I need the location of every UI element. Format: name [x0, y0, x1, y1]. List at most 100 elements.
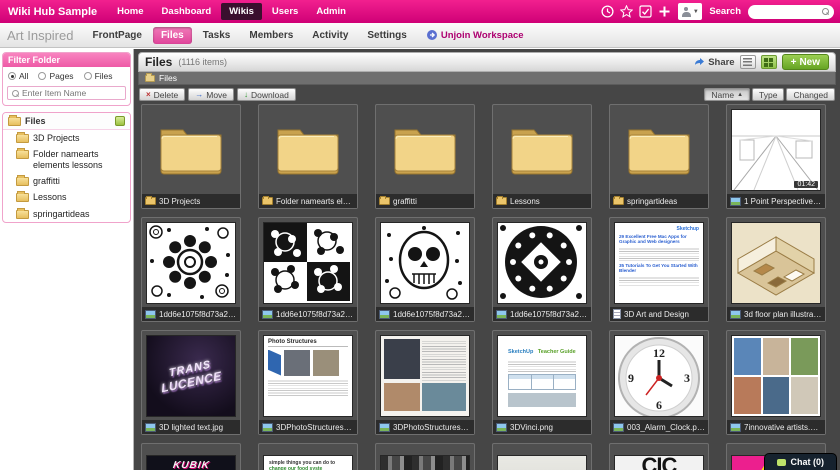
file-tile[interactable]: Lessons: [492, 104, 592, 209]
new-label: New: [799, 57, 820, 68]
file-tile[interactable]: SketchUp Teacher Guide 3DVinci.png: [492, 330, 592, 435]
workspace-bar: Art Inspired FrontPageFilesTasksMembersA…: [0, 23, 840, 48]
file-thumb-area: [493, 218, 591, 307]
file-label: 003_Alarm_Clock.png: [610, 420, 708, 434]
file-thumb-area: [259, 218, 357, 307]
share-button[interactable]: Share: [694, 57, 734, 68]
download-button[interactable]: ↓ Download: [237, 88, 296, 101]
file-tile[interactable]: simple things you can do to change our f…: [258, 443, 358, 470]
filter-folder-title: Filter Folder: [3, 53, 130, 67]
tab-tasks[interactable]: Tasks: [195, 27, 239, 44]
recent-activity-icon[interactable]: [600, 5, 614, 19]
file-tile[interactable]: [375, 443, 475, 470]
tree-root-files[interactable]: Files: [3, 113, 130, 130]
sort-name-button[interactable]: Name▲: [704, 88, 750, 101]
new-button[interactable]: + New: [782, 54, 829, 70]
sidebar-folder[interactable]: Lessons: [3, 189, 130, 205]
file-name: 3D lighted text.jpg: [159, 423, 223, 432]
workspace-tabs: FrontPageFilesTasksMembersActivitySettin…: [84, 27, 414, 44]
file-thumb-area: SketchUp Teacher Guide: [493, 331, 591, 420]
global-search-input[interactable]: [755, 7, 818, 17]
nav-dashboard[interactable]: Dashboard: [154, 3, 220, 20]
image-mini-icon: [379, 310, 390, 319]
file-tile[interactable]: KUBIK: [141, 443, 241, 470]
radio-label: All: [19, 71, 28, 81]
image-thumbnail: TRANS LUCENCE: [147, 336, 235, 416]
favorites-icon[interactable]: [619, 5, 633, 19]
file-name: 3DVinci.png: [510, 423, 553, 432]
delete-button[interactable]: × Delete: [139, 88, 185, 101]
tab-frontpage[interactable]: FrontPage: [84, 27, 149, 44]
file-tile[interactable]: 7innovative artists.png: [726, 330, 826, 435]
move-button[interactable]: → Move: [188, 88, 234, 101]
tab-members[interactable]: Members: [241, 27, 301, 44]
svg-text:9: 9: [628, 371, 634, 385]
file-thumb-area: [610, 105, 708, 194]
sidebar-folder[interactable]: springartideas: [3, 206, 130, 222]
nav-admin[interactable]: Admin: [308, 3, 354, 20]
file-tile[interactable]: 12 9 3 6 003_Alarm_Clock.png: [609, 330, 709, 435]
folder-icon: [392, 124, 458, 176]
file-tile[interactable]: 3d floor plan illustrator thu...: [726, 217, 826, 322]
nav-wikis[interactable]: Wikis: [221, 3, 262, 20]
radio-pages[interactable]: Pages: [38, 71, 73, 81]
file-tile[interactable]: Sketchup 29 Excellent Free Mac Apps for …: [609, 217, 709, 322]
file-label: 7innovative artists.png: [727, 420, 825, 434]
file-tile[interactable]: graffitti: [375, 104, 475, 209]
file-tile[interactable]: 1dd6e1075f8d73a2517e82...: [141, 217, 241, 322]
item-filter-input[interactable]: [22, 88, 121, 98]
page-thumbnail: Photo Structures: [264, 336, 352, 416]
chat-button[interactable]: Chat (0): [764, 453, 838, 470]
list-view-button[interactable]: [740, 55, 756, 69]
sidebar-folder[interactable]: graffitti: [3, 173, 130, 189]
sidebar-folder-label: Lessons: [33, 192, 67, 202]
image-thumbnail: [381, 336, 469, 416]
sort-changed-button[interactable]: Changed: [786, 88, 835, 101]
file-tile[interactable]: TRANS LUCENCE 3D lighted text.jpg: [141, 330, 241, 435]
unjoin-workspace-link[interactable]: Unjoin Workspace: [427, 30, 524, 41]
file-label: 1dd6e1075f8d73a2517e82...: [376, 307, 474, 321]
file-tile[interactable]: 3DPhotoStructures002.jpg: [375, 330, 475, 435]
action-label: Delete: [154, 90, 179, 100]
file-tile[interactable]: CIC: [609, 443, 709, 470]
files-header: Files (1116 items) Share + New: [138, 52, 836, 72]
sort-type-button[interactable]: Type: [752, 88, 784, 101]
tab-files[interactable]: Files: [153, 27, 192, 44]
file-tile[interactable]: Folder namearts elements l...: [258, 104, 358, 209]
grid-view-button[interactable]: [761, 55, 777, 69]
search-icon[interactable]: [822, 8, 829, 15]
chevron-down-icon: ▼: [693, 9, 699, 15]
folder-icon: [16, 193, 29, 202]
image-thumbnail: [732, 336, 820, 416]
sidebar-folder[interactable]: 3D Projects: [3, 130, 130, 146]
tasks-icon[interactable]: [638, 5, 652, 19]
create-icon[interactable]: [657, 5, 671, 19]
nav-home[interactable]: Home: [109, 3, 151, 20]
radio-files[interactable]: Files: [84, 71, 113, 81]
file-tile[interactable]: springartideas: [609, 104, 709, 209]
files-count: (1116 items): [178, 57, 227, 67]
file-tile[interactable]: 1dd6e1075f8d73a2517e82...: [375, 217, 475, 322]
file-tile[interactable]: [492, 443, 592, 470]
folder-icon: [16, 134, 29, 143]
image-mini-icon: [145, 310, 156, 319]
sidebar-folder[interactable]: Folder namearts elements lessons: [3, 146, 130, 173]
sidebar-folder-label: graffitti: [33, 176, 60, 186]
tab-activity[interactable]: Activity: [304, 27, 356, 44]
radio-all[interactable]: All: [8, 71, 28, 81]
file-tile[interactable]: 1dd6e1075f8d73a2517e82...: [492, 217, 592, 322]
file-tile[interactable]: 01:42 1 Point Perspective.png: [726, 104, 826, 209]
tab-settings[interactable]: Settings: [359, 27, 414, 44]
page-thumbnail: simple things you can do to change our f…: [264, 456, 352, 470]
user-menu[interactable]: ▼: [678, 3, 702, 20]
sort-label: Changed: [793, 90, 828, 100]
file-name: 1dd6e1075f8d73a2517e82...: [510, 310, 588, 319]
sidebar-folder-label: 3D Projects: [33, 133, 80, 143]
file-tile[interactable]: 1dd6e1075f8d73a2517e82...: [258, 217, 358, 322]
expand-all-icon[interactable]: [115, 116, 125, 126]
file-thumb-area: [376, 105, 474, 194]
breadcrumb[interactable]: Files: [138, 72, 836, 85]
file-tile[interactable]: Photo Structures 3DPhotoStructures001.jp…: [258, 330, 358, 435]
file-tile[interactable]: 3D Projects: [141, 104, 241, 209]
nav-users[interactable]: Users: [264, 3, 306, 20]
